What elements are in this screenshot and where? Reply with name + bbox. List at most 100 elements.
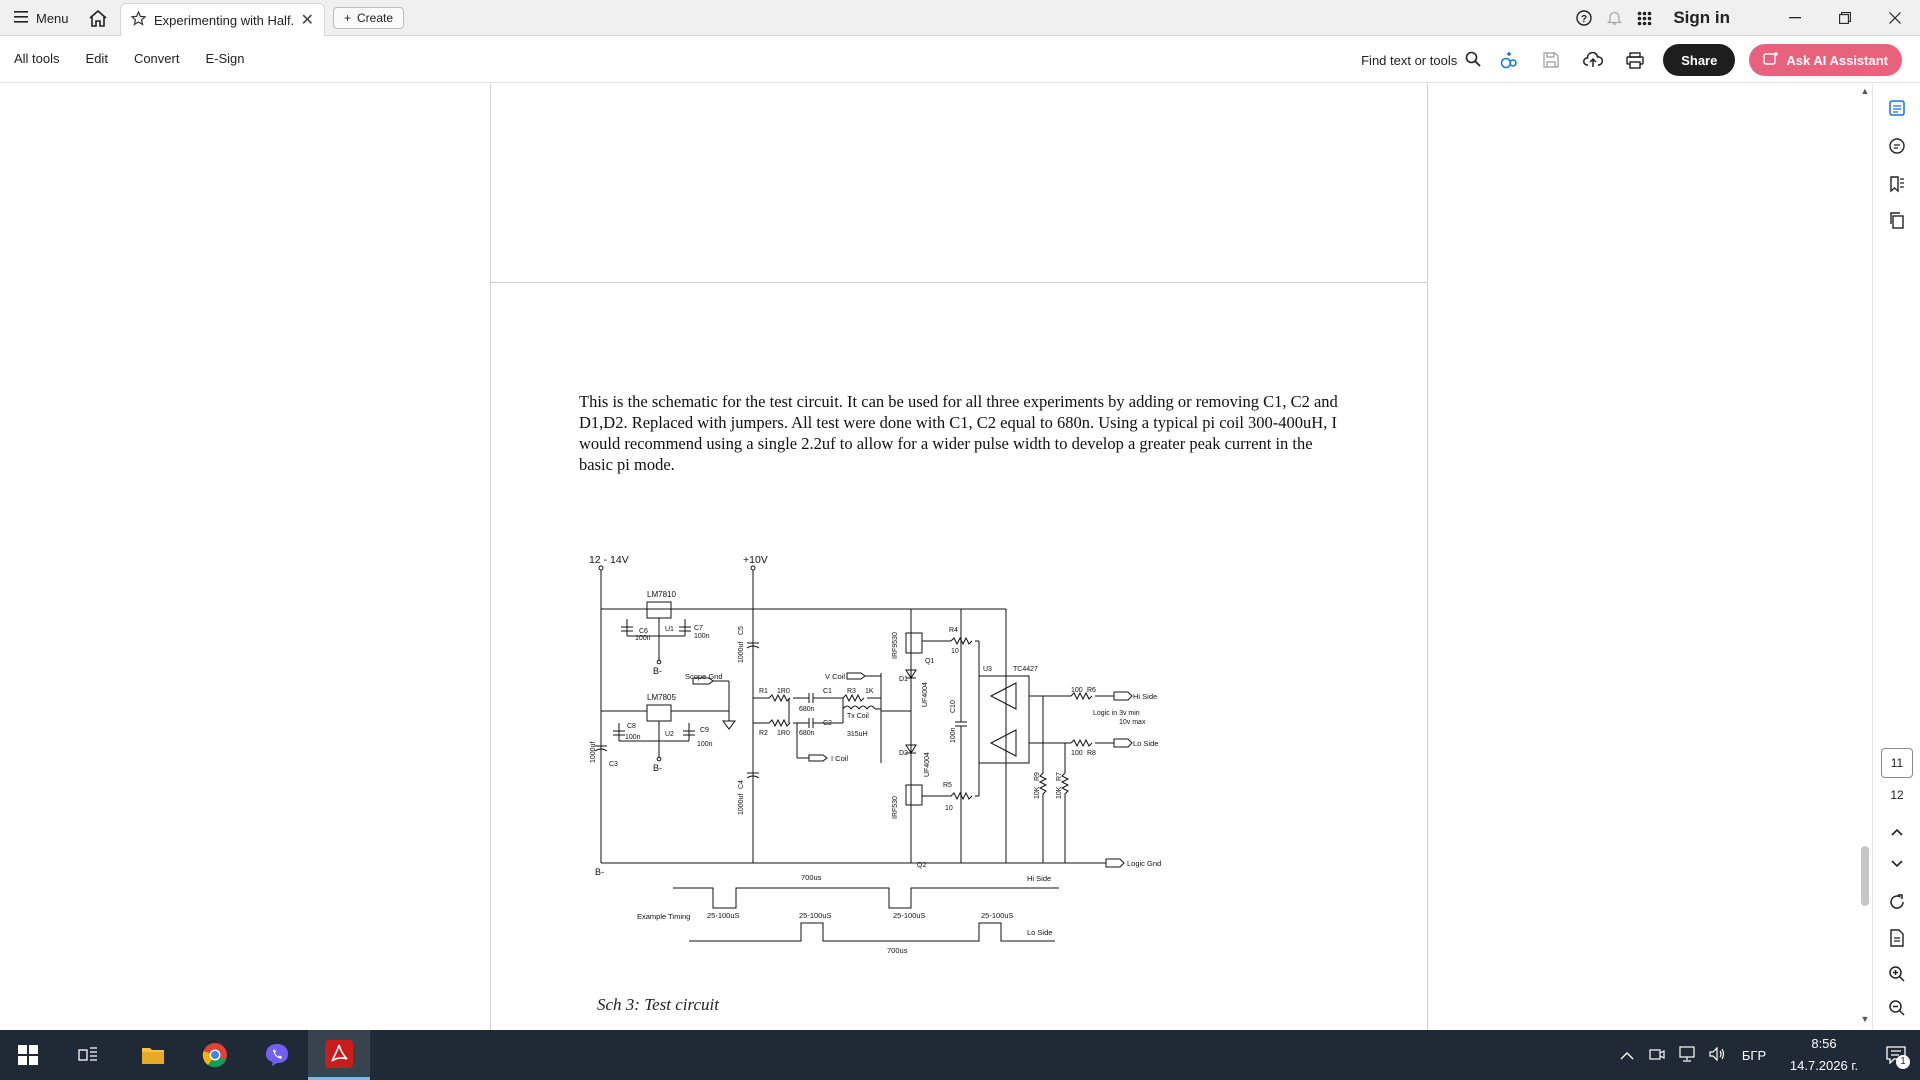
ai-assistant-label: Ask AI Assistant	[1786, 52, 1888, 68]
acrobat-taskbar-icon[interactable]	[308, 1030, 370, 1080]
label-r4v: 10	[951, 648, 959, 655]
svg-text:?: ?	[1581, 14, 1587, 25]
label-r9: R9	[1034, 772, 1041, 781]
label-c1: C1	[823, 688, 832, 695]
document-tab[interactable]: Experimenting with Half... ✕	[120, 3, 325, 36]
label-tx-coil-value: 315uH	[847, 731, 868, 738]
label-r5: R5	[943, 782, 952, 789]
edit-menu[interactable]: Edit	[86, 51, 108, 66]
star-icon[interactable]	[130, 10, 147, 29]
language-indicator[interactable]: БГР	[1732, 1048, 1776, 1063]
clock-time: 8:56	[1811, 1036, 1837, 1051]
label-r7v: 10K	[1056, 786, 1063, 799]
viber-icon[interactable]	[252, 1030, 302, 1080]
all-tools-menu[interactable]: All tools	[14, 51, 60, 66]
sign-in-button[interactable]: Sign in	[1673, 8, 1730, 28]
label-pulse-c: 25-100uS	[893, 911, 926, 920]
menu-button[interactable]: Menu	[14, 8, 69, 28]
ai-tools-icon[interactable]	[1495, 46, 1523, 74]
notification-center-icon[interactable]: 1	[1872, 1030, 1920, 1080]
label-r9v: 10K	[1034, 786, 1041, 799]
label-c3: C3	[609, 761, 618, 768]
label-c5v: 1000uf	[738, 642, 745, 663]
label-r6: R6	[1087, 687, 1096, 694]
scrollbar-thumb[interactable]	[1861, 846, 1869, 906]
label-lo-side-timing: Lo Side	[1027, 928, 1052, 937]
refresh-icon[interactable]	[1883, 888, 1911, 916]
label-tc4427: TC4427	[1013, 666, 1038, 673]
title-bar-right: ? Sign in	[1569, 0, 1920, 36]
help-icon[interactable]: ?	[1569, 0, 1599, 36]
label-neg1: B-	[653, 666, 662, 676]
label-r1v: 1R0	[777, 688, 790, 695]
find-tools-button[interactable]: Find text or tools	[1361, 51, 1481, 70]
circuit-schematic: 12 - 14V +10V LM7810 LM7805 B- B- B- C6 …	[589, 554, 1161, 955]
close-tab-icon[interactable]: ✕	[301, 10, 314, 30]
label-c7v: 100n	[694, 633, 710, 640]
create-button[interactable]: + Create	[333, 7, 405, 29]
label-period-top: 700us	[801, 873, 822, 882]
document-viewer[interactable]: This is the schematic for the test circu…	[0, 84, 1855, 1030]
vertical-scrollbar[interactable]: ▲ ▼	[1858, 84, 1872, 1030]
meet-now-icon[interactable]	[1642, 1047, 1672, 1064]
label-r6v: 100	[1071, 687, 1083, 694]
label-c10v: 100n	[950, 727, 957, 743]
label-d1-part: UF4004	[922, 682, 929, 707]
page-info-icon[interactable]	[1883, 924, 1911, 952]
next-page-icon[interactable]	[1883, 850, 1911, 878]
label-c6: C6	[639, 628, 648, 635]
menu-label: Menu	[36, 10, 69, 26]
bookmarks-icon[interactable]	[1883, 170, 1911, 198]
comments-panel-icon[interactable]	[1883, 132, 1911, 160]
label-c7: C7	[694, 625, 703, 632]
close-window-icon[interactable]	[1870, 0, 1920, 36]
home-icon[interactable]	[86, 7, 110, 29]
scroll-up-icon[interactable]: ▲	[1858, 86, 1872, 100]
label-d1: D1	[899, 676, 908, 683]
label-tx-coil: Tx Coil	[847, 713, 869, 720]
zoom-out-icon[interactable]	[1883, 994, 1911, 1022]
clock-date: 14.7.2026 г.	[1789, 1058, 1859, 1073]
print-icon[interactable]	[1621, 46, 1649, 74]
file-explorer-icon[interactable]	[128, 1030, 178, 1080]
plus-icon: +	[344, 11, 352, 25]
restore-icon[interactable]	[1820, 0, 1870, 36]
current-page-input[interactable]: 11	[1881, 748, 1913, 778]
apps-grid-icon[interactable]	[1629, 0, 1659, 36]
share-button[interactable]: Share	[1663, 44, 1736, 76]
previous-page-icon[interactable]	[1883, 818, 1911, 846]
volume-icon[interactable]	[1702, 1046, 1732, 1065]
label-logic-gnd: Logic Gnd	[1127, 859, 1161, 868]
toolbar-right: Find text or tools Share Ask AI Assistan…	[1361, 43, 1902, 77]
copy-pages-icon[interactable]	[1883, 206, 1911, 234]
label-r2: R2	[759, 730, 768, 737]
label-r8: R8	[1087, 750, 1096, 757]
chevron-up-icon[interactable]	[1612, 1048, 1642, 1063]
pdf-page-current: This is the schematic for the test circu…	[490, 282, 1428, 1030]
total-pages: 12	[1890, 788, 1904, 802]
ask-ai-assistant-button[interactable]: Ask AI Assistant	[1749, 44, 1902, 76]
label-lo-side: Lo Side	[1133, 739, 1158, 748]
upload-cloud-icon[interactable]	[1579, 46, 1607, 74]
zoom-in-icon[interactable]	[1883, 960, 1911, 988]
convert-menu[interactable]: Convert	[134, 51, 180, 66]
minimize-icon[interactable]	[1770, 0, 1820, 36]
network-icon[interactable]	[1672, 1045, 1702, 1065]
label-logic-note-1: Logic in 3v min	[1093, 710, 1140, 717]
label-d2-part: UF4004	[924, 752, 931, 777]
label-c4: C4	[738, 780, 745, 789]
ai-assistant-icon	[1763, 51, 1779, 70]
label-q1: Q1	[925, 658, 934, 665]
system-clock[interactable]: 8:56 14.7.2026 г.	[1776, 1033, 1872, 1077]
esign-menu[interactable]: E-Sign	[205, 51, 244, 66]
chrome-icon[interactable]	[190, 1030, 240, 1080]
save-icon[interactable]	[1537, 46, 1565, 74]
windows-start-icon[interactable]	[0, 1030, 56, 1080]
task-view-icon[interactable]	[64, 1030, 112, 1080]
label-neg3: B-	[595, 867, 604, 877]
label-r8v: 100	[1071, 750, 1083, 757]
scroll-down-icon[interactable]: ▼	[1858, 1014, 1872, 1028]
bell-icon[interactable]	[1599, 0, 1629, 36]
toolbar-menu: All tools Edit Convert E-Sign	[14, 51, 245, 66]
page-thumbnails-icon[interactable]	[1883, 94, 1911, 122]
